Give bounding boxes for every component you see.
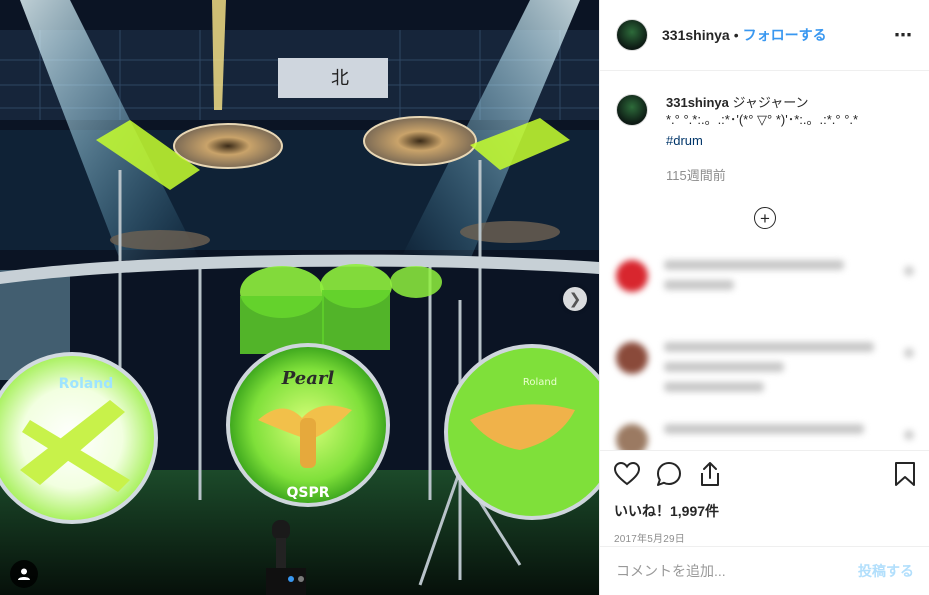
blurred-comment-text xyxy=(664,260,896,300)
load-more-comments-button[interactable]: + xyxy=(754,207,776,229)
comment-list xyxy=(600,250,929,450)
carousel-dot-active xyxy=(288,576,294,582)
carousel-indicator xyxy=(288,576,304,582)
comment-input[interactable] xyxy=(616,563,858,579)
header-username[interactable]: 331shinya xyxy=(662,27,730,43)
chevron-right-icon: ❯ xyxy=(568,290,582,308)
hashtag-link[interactable]: #drum xyxy=(666,132,858,149)
more-horizontal-icon[interactable]: ⋯ xyxy=(894,25,913,46)
share-icon[interactable] xyxy=(698,461,722,487)
avatar xyxy=(616,424,648,450)
drum-text: QSPR xyxy=(286,485,329,501)
comment-form: 投稿する xyxy=(600,546,929,595)
post-actions: いいね！1,997件 2017年5月29日 xyxy=(600,450,929,545)
drum-kit-image: 北 Pearl QSPR Roland Roland xyxy=(0,0,599,595)
heart-icon[interactable] xyxy=(614,462,640,486)
right-drum-text: Roland xyxy=(523,377,557,388)
follow-button[interactable]: フォローする xyxy=(743,25,827,45)
caption-timestamp[interactable]: 115週間前 xyxy=(666,167,858,184)
avatar xyxy=(616,260,648,292)
drum-brand-text: Pearl xyxy=(281,368,335,389)
caption-username[interactable]: 331shinya xyxy=(666,95,729,110)
avatar xyxy=(616,342,648,374)
avatar[interactable] xyxy=(616,19,648,51)
bookmark-icon[interactable] xyxy=(894,461,916,487)
left-drum-text: Roland xyxy=(59,376,114,392)
post-comment-button[interactable]: 投稿する xyxy=(858,561,914,581)
heart-icon xyxy=(904,430,914,440)
post-caption: 331shinya ジャジャーン *.° °.*:.。.:*･'(*° ▽° *… xyxy=(616,94,916,184)
header-separator: • xyxy=(733,27,739,43)
likes-count[interactable]: いいね！1,997件 xyxy=(614,501,916,521)
next-photo-button[interactable]: ❯ xyxy=(563,287,587,311)
arena-banner-text: 北 xyxy=(331,68,349,89)
carousel-dot xyxy=(298,576,304,582)
caption-avatar[interactable] xyxy=(616,94,648,126)
post-date[interactable]: 2017年5月29日 xyxy=(614,530,916,545)
list-item xyxy=(600,332,929,414)
heart-icon xyxy=(904,348,914,358)
post-sidebar: 331shinya • フォローする ⋯ 331shinya ジャジャーン *.… xyxy=(599,0,929,595)
plus-circle-icon: + xyxy=(760,208,770,228)
blurred-comment-text xyxy=(664,424,896,444)
tagged-users-button[interactable] xyxy=(10,560,38,588)
list-item xyxy=(600,414,929,450)
comment-icon[interactable] xyxy=(656,461,682,487)
blurred-comment-text xyxy=(664,342,896,402)
caption-body: 331shinya ジャジャーン *.° °.*:.。.:*･'(*° ▽° *… xyxy=(666,94,858,184)
user-icon xyxy=(18,568,30,580)
post-header: 331shinya • フォローする ⋯ xyxy=(600,0,929,71)
heart-icon xyxy=(904,266,914,276)
list-item xyxy=(600,250,929,332)
post-photo[interactable]: 北 Pearl QSPR Roland Roland ❯ xyxy=(0,0,599,595)
